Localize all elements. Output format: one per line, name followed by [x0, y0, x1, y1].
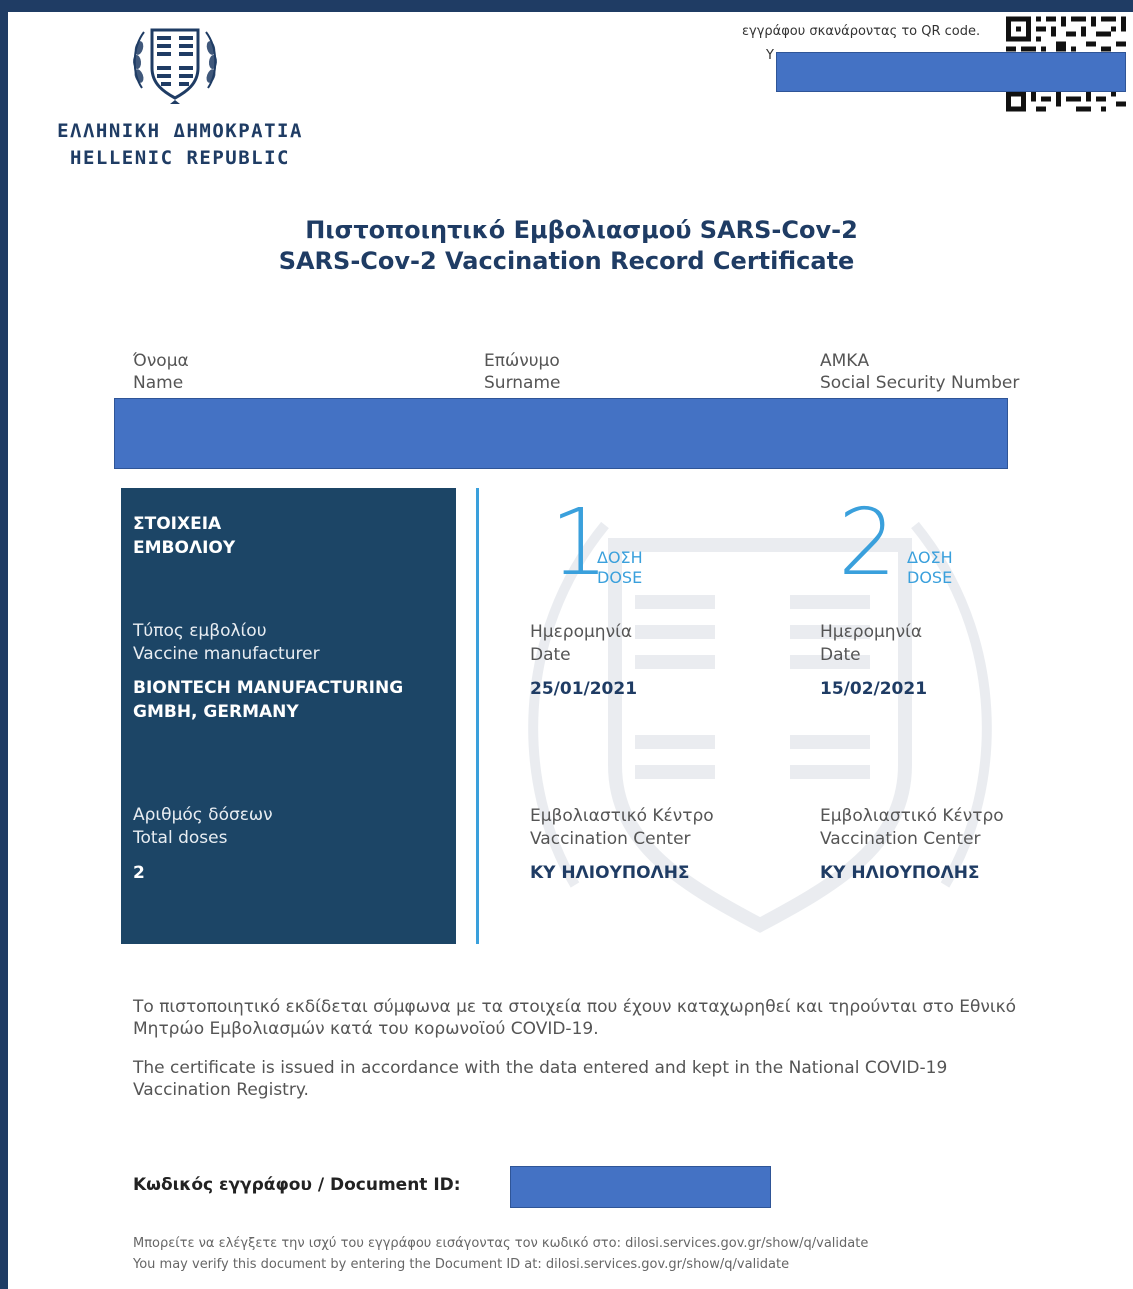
surname-label-english: Surname — [484, 373, 561, 393]
redacted-verification-text — [776, 52, 1126, 92]
dose-2-center-label-greek: Εμβολιαστικό Κέντρο — [820, 806, 1004, 826]
dose-1-center-label-greek: Εμβολιαστικό Κέντρο — [530, 806, 714, 826]
name-label: Όνομα Name — [133, 350, 189, 394]
qr-instruction: εγγράφου σκανάροντας το QR code. — [742, 24, 981, 39]
redacted-personal-data — [114, 398, 1008, 469]
dose-2-date-label-greek: Ημερομηνία — [820, 622, 923, 642]
dose-2-label: ΔΟΣΗ DOSE — [907, 548, 953, 588]
top-border — [0, 0, 1133, 12]
issuance-note-english-line1: The certificate is issued in accordance … — [133, 1058, 948, 1078]
panel-divider — [476, 488, 479, 944]
dose-1-label: ΔΟΣΗ DOSE — [597, 548, 643, 588]
issuance-note-english: The certificate is issued in accordance … — [133, 1057, 1033, 1101]
amka-label-greek: ΑΜΚΑ — [820, 351, 870, 371]
panel-heading-line1: ΣΤΟΙΧΕΙΑ — [133, 514, 222, 534]
document-id-label: Κωδικός εγγράφου / Document ID: — [133, 1175, 461, 1195]
issuance-note-greek: Το πιστοποιητικό εκδίδεται σύμφωνα με τα… — [133, 996, 1033, 1040]
surname-label: Επώνυμο Surname — [484, 350, 560, 394]
dose-2-center-label: Εμβολιαστικό Κέντρο Vaccination Center — [820, 805, 1004, 851]
name-label-english: Name — [133, 373, 184, 393]
dose-2-label-greek: ΔΟΣΗ — [907, 548, 953, 567]
redacted-document-id — [510, 1166, 771, 1208]
issuer-block: ΕΛΛΗΝΙΚΗ ΔΗΜΟΚΡΑΤΙΑ HELLENIC REPUBLIC — [30, 118, 330, 172]
title-english: SARS-Cov-2 Vaccination Record Certificat… — [278, 247, 855, 275]
verify-note-english: You may verify this document by entering… — [133, 1257, 790, 1272]
dose-2-date-label: Ημερομηνία Date — [820, 621, 922, 667]
panel-heading-line2: ΕΜΒΟΛΙΟΥ — [133, 538, 236, 558]
amka-label-english: Social Security Number — [820, 373, 1020, 393]
dose-2-date-value: 15/02/2021 — [820, 679, 928, 699]
total-doses-label-greek: Αριθμός δόσεων — [133, 805, 273, 825]
qr-instruction-partial: Y — [766, 48, 774, 63]
manufacturer-line2: GMBH, GERMANY — [133, 702, 299, 722]
manufacturer-value: BIONTECH MANUFACTURING GMBH, GERMANY — [133, 676, 403, 724]
dose-1-label-greek: ΔΟΣΗ — [597, 548, 643, 567]
dose-1-date-label-greek: Ημερομηνία — [530, 622, 633, 642]
issuance-note-greek-line2: Μητρώο Εμβολιασμών κατά του κορωνοϊού CO… — [133, 1019, 599, 1039]
dose-2-center-label-english: Vaccination Center — [820, 829, 981, 849]
dose-1-label-english: DOSE — [597, 568, 643, 587]
left-border — [0, 0, 8, 1289]
amka-label: ΑΜΚΑ Social Security Number — [820, 350, 1019, 394]
dose-2-label-english: DOSE — [907, 568, 953, 587]
panel-heading: ΣΤΟΙΧΕΙΑ ΕΜΒΟΛΙΟΥ — [133, 512, 235, 560]
vaccine-details-panel: ΣΤΟΙΧΕΙΑ ΕΜΒΟΛΙΟΥ Τύπος εμβολίου Vaccine… — [121, 488, 456, 944]
dose-1-date-label-english: Date — [530, 645, 571, 665]
name-label-greek: Όνομα — [133, 351, 189, 371]
surname-label-greek: Επώνυμο — [484, 351, 560, 371]
dose-2-center-value: ΚΥ ΗΛΙΟΥΠΟΛΗΣ — [820, 863, 980, 883]
vaccine-type-label-greek: Τύπος εμβολίου — [133, 621, 267, 641]
title-greek: Πιστοποιητικό Εμβολιασμού SARS-Cov-2 — [305, 216, 858, 244]
issuance-note-english-line2: Vaccination Registry. — [133, 1080, 309, 1100]
issuance-note-greek-line1: Το πιστοποιητικό εκδίδεται σύμφωνα με τα… — [133, 997, 1017, 1017]
manufacturer-line1: BIONTECH MANUFACTURING — [133, 678, 404, 698]
dose-1-center-label-english: Vaccination Center — [530, 829, 691, 849]
verify-note-greek: Μπορείτε να ελέγξετε την ισχύ του εγγράφ… — [133, 1236, 869, 1251]
total-doses-value: 2 — [133, 863, 145, 883]
dose-2-date-label-english: Date — [820, 645, 861, 665]
dose-1-center-label: Εμβολιαστικό Κέντρο Vaccination Center — [530, 805, 714, 851]
vaccine-type-label-english: Vaccine manufacturer — [133, 644, 320, 664]
certificate-title: Πιστοποιητικό Εμβολιασμού SARS-Cov-2 SAR… — [0, 215, 1133, 277]
dose-1-date-label: Ημερομηνία Date — [530, 621, 632, 667]
dose-2-number: 2 — [838, 489, 897, 596]
greek-coat-of-arms-icon — [132, 28, 218, 104]
republic-name-english: HELLENIC REPUBLIC — [70, 147, 290, 169]
total-doses-label-english: Total doses — [133, 828, 228, 848]
dose-1-date-value: 25/01/2021 — [530, 679, 638, 699]
vaccine-type-label: Τύπος εμβολίου Vaccine manufacturer — [133, 620, 320, 666]
total-doses-label: Αριθμός δόσεων Total doses — [133, 804, 273, 850]
dose-1-center-value: ΚΥ ΗΛΙΟΥΠΟΛΗΣ — [530, 863, 690, 883]
republic-name-greek: ΕΛΛΗΝΙΚΗ ΔΗΜΟΚΡΑΤΙΑ — [57, 120, 303, 142]
